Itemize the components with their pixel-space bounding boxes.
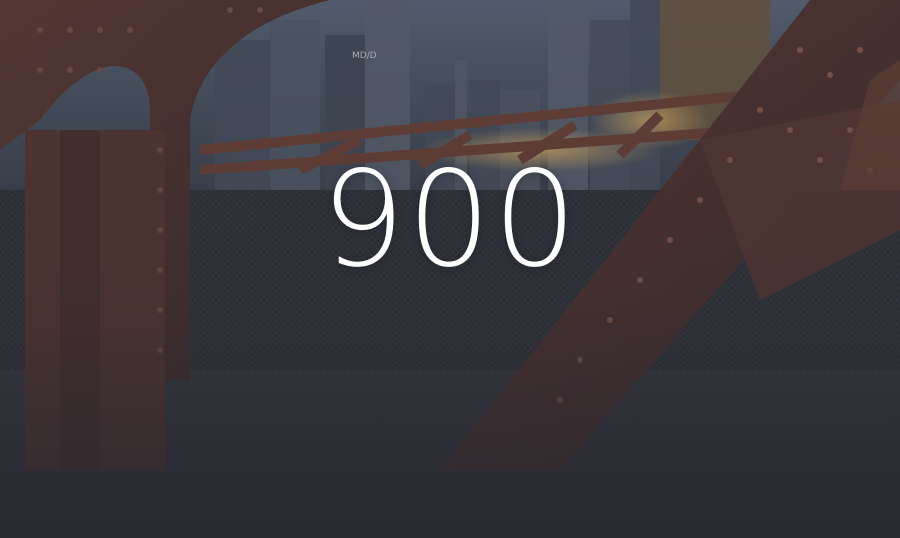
building-logo: MD/D: [352, 51, 377, 61]
hero-photo: MD/D 900: [0, 0, 900, 538]
hero-headline: 900: [321, 143, 579, 297]
